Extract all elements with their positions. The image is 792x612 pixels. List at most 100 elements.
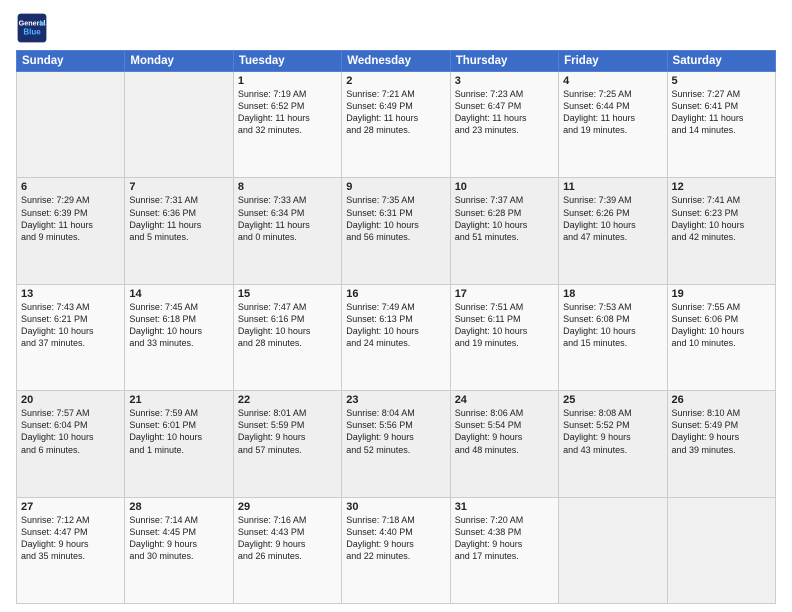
calendar-cell: 13Sunrise: 7:43 AM Sunset: 6:21 PM Dayli… (17, 284, 125, 390)
day-info: Sunrise: 7:37 AM Sunset: 6:28 PM Dayligh… (455, 194, 554, 243)
col-header-wednesday: Wednesday (342, 51, 450, 72)
calendar-cell (125, 72, 233, 178)
day-number: 13 (21, 288, 120, 300)
calendar-cell: 22Sunrise: 8:01 AM Sunset: 5:59 PM Dayli… (233, 391, 341, 497)
col-header-sunday: Sunday (17, 51, 125, 72)
day-info: Sunrise: 8:08 AM Sunset: 5:52 PM Dayligh… (563, 407, 662, 456)
day-info: Sunrise: 7:49 AM Sunset: 6:13 PM Dayligh… (346, 301, 445, 350)
day-number: 22 (238, 394, 337, 406)
day-number: 5 (672, 75, 771, 87)
day-number: 12 (672, 181, 771, 193)
day-info: Sunrise: 7:31 AM Sunset: 6:36 PM Dayligh… (129, 194, 228, 243)
week-row-1: 1Sunrise: 7:19 AM Sunset: 6:52 PM Daylig… (17, 72, 776, 178)
calendar-cell: 21Sunrise: 7:59 AM Sunset: 6:01 PM Dayli… (125, 391, 233, 497)
day-info: Sunrise: 7:14 AM Sunset: 4:45 PM Dayligh… (129, 514, 228, 563)
day-info: Sunrise: 7:20 AM Sunset: 4:38 PM Dayligh… (455, 514, 554, 563)
day-info: Sunrise: 7:12 AM Sunset: 4:47 PM Dayligh… (21, 514, 120, 563)
day-info: Sunrise: 7:39 AM Sunset: 6:26 PM Dayligh… (563, 194, 662, 243)
day-number: 29 (238, 501, 337, 513)
day-number: 30 (346, 501, 445, 513)
col-header-friday: Friday (559, 51, 667, 72)
day-number: 31 (455, 501, 554, 513)
day-number: 17 (455, 288, 554, 300)
day-info: Sunrise: 7:33 AM Sunset: 6:34 PM Dayligh… (238, 194, 337, 243)
day-number: 25 (563, 394, 662, 406)
col-header-monday: Monday (125, 51, 233, 72)
day-info: Sunrise: 7:57 AM Sunset: 6:04 PM Dayligh… (21, 407, 120, 456)
calendar-cell: 7Sunrise: 7:31 AM Sunset: 6:36 PM Daylig… (125, 178, 233, 284)
calendar-cell: 9Sunrise: 7:35 AM Sunset: 6:31 PM Daylig… (342, 178, 450, 284)
day-info: Sunrise: 7:41 AM Sunset: 6:23 PM Dayligh… (672, 194, 771, 243)
calendar-cell (559, 497, 667, 603)
day-number: 28 (129, 501, 228, 513)
day-number: 8 (238, 181, 337, 193)
day-info: Sunrise: 7:23 AM Sunset: 6:47 PM Dayligh… (455, 88, 554, 137)
calendar-cell: 8Sunrise: 7:33 AM Sunset: 6:34 PM Daylig… (233, 178, 341, 284)
calendar-cell: 30Sunrise: 7:18 AM Sunset: 4:40 PM Dayli… (342, 497, 450, 603)
day-info: Sunrise: 7:51 AM Sunset: 6:11 PM Dayligh… (455, 301, 554, 350)
logo-icon: General Blue (16, 12, 48, 44)
day-number: 20 (21, 394, 120, 406)
calendar-cell: 18Sunrise: 7:53 AM Sunset: 6:08 PM Dayli… (559, 284, 667, 390)
calendar-cell: 27Sunrise: 7:12 AM Sunset: 4:47 PM Dayli… (17, 497, 125, 603)
col-header-saturday: Saturday (667, 51, 775, 72)
calendar-cell: 29Sunrise: 7:16 AM Sunset: 4:43 PM Dayli… (233, 497, 341, 603)
day-info: Sunrise: 8:10 AM Sunset: 5:49 PM Dayligh… (672, 407, 771, 456)
day-info: Sunrise: 7:47 AM Sunset: 6:16 PM Dayligh… (238, 301, 337, 350)
day-number: 24 (455, 394, 554, 406)
day-info: Sunrise: 7:43 AM Sunset: 6:21 PM Dayligh… (21, 301, 120, 350)
calendar-cell: 20Sunrise: 7:57 AM Sunset: 6:04 PM Dayli… (17, 391, 125, 497)
calendar-cell: 25Sunrise: 8:08 AM Sunset: 5:52 PM Dayli… (559, 391, 667, 497)
calendar-cell: 5Sunrise: 7:27 AM Sunset: 6:41 PM Daylig… (667, 72, 775, 178)
day-number: 15 (238, 288, 337, 300)
calendar-cell: 2Sunrise: 7:21 AM Sunset: 6:49 PM Daylig… (342, 72, 450, 178)
day-number: 16 (346, 288, 445, 300)
day-number: 19 (672, 288, 771, 300)
day-number: 6 (21, 181, 120, 193)
col-header-thursday: Thursday (450, 51, 558, 72)
day-number: 21 (129, 394, 228, 406)
day-number: 14 (129, 288, 228, 300)
day-number: 2 (346, 75, 445, 87)
day-number: 11 (563, 181, 662, 193)
day-number: 1 (238, 75, 337, 87)
day-info: Sunrise: 7:25 AM Sunset: 6:44 PM Dayligh… (563, 88, 662, 137)
day-info: Sunrise: 7:18 AM Sunset: 4:40 PM Dayligh… (346, 514, 445, 563)
day-info: Sunrise: 7:55 AM Sunset: 6:06 PM Dayligh… (672, 301, 771, 350)
day-info: Sunrise: 7:19 AM Sunset: 6:52 PM Dayligh… (238, 88, 337, 137)
calendar-cell: 11Sunrise: 7:39 AM Sunset: 6:26 PM Dayli… (559, 178, 667, 284)
week-row-3: 13Sunrise: 7:43 AM Sunset: 6:21 PM Dayli… (17, 284, 776, 390)
day-number: 10 (455, 181, 554, 193)
day-info: Sunrise: 8:01 AM Sunset: 5:59 PM Dayligh… (238, 407, 337, 456)
day-info: Sunrise: 7:29 AM Sunset: 6:39 PM Dayligh… (21, 194, 120, 243)
calendar-cell (667, 497, 775, 603)
day-number: 3 (455, 75, 554, 87)
day-info: Sunrise: 8:06 AM Sunset: 5:54 PM Dayligh… (455, 407, 554, 456)
calendar-cell: 4Sunrise: 7:25 AM Sunset: 6:44 PM Daylig… (559, 72, 667, 178)
day-number: 7 (129, 181, 228, 193)
day-number: 26 (672, 394, 771, 406)
day-number: 4 (563, 75, 662, 87)
calendar-cell: 19Sunrise: 7:55 AM Sunset: 6:06 PM Dayli… (667, 284, 775, 390)
calendar-cell: 6Sunrise: 7:29 AM Sunset: 6:39 PM Daylig… (17, 178, 125, 284)
calendar-cell: 10Sunrise: 7:37 AM Sunset: 6:28 PM Dayli… (450, 178, 558, 284)
calendar-cell: 16Sunrise: 7:49 AM Sunset: 6:13 PM Dayli… (342, 284, 450, 390)
day-number: 23 (346, 394, 445, 406)
day-number: 18 (563, 288, 662, 300)
week-row-4: 20Sunrise: 7:57 AM Sunset: 6:04 PM Dayli… (17, 391, 776, 497)
day-info: Sunrise: 8:04 AM Sunset: 5:56 PM Dayligh… (346, 407, 445, 456)
calendar-cell: 1Sunrise: 7:19 AM Sunset: 6:52 PM Daylig… (233, 72, 341, 178)
day-info: Sunrise: 7:59 AM Sunset: 6:01 PM Dayligh… (129, 407, 228, 456)
svg-text:Blue: Blue (23, 27, 41, 36)
calendar-cell: 14Sunrise: 7:45 AM Sunset: 6:18 PM Dayli… (125, 284, 233, 390)
calendar-cell: 23Sunrise: 8:04 AM Sunset: 5:56 PM Dayli… (342, 391, 450, 497)
day-number: 9 (346, 181, 445, 193)
calendar-cell: 17Sunrise: 7:51 AM Sunset: 6:11 PM Dayli… (450, 284, 558, 390)
day-info: Sunrise: 7:53 AM Sunset: 6:08 PM Dayligh… (563, 301, 662, 350)
day-info: Sunrise: 7:35 AM Sunset: 6:31 PM Dayligh… (346, 194, 445, 243)
calendar-cell: 31Sunrise: 7:20 AM Sunset: 4:38 PM Dayli… (450, 497, 558, 603)
calendar-table: SundayMondayTuesdayWednesdayThursdayFrid… (16, 50, 776, 604)
header: General Blue (16, 12, 776, 44)
col-header-tuesday: Tuesday (233, 51, 341, 72)
calendar-cell: 24Sunrise: 8:06 AM Sunset: 5:54 PM Dayli… (450, 391, 558, 497)
